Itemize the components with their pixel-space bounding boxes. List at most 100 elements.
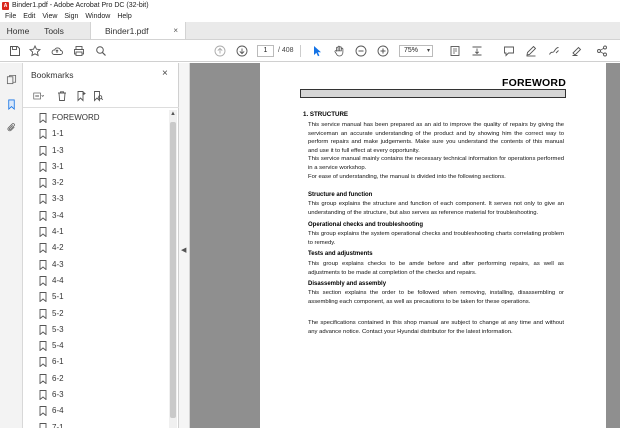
bookmark-icon xyxy=(39,145,47,156)
bookmark-item[interactable]: 6-3 xyxy=(23,387,169,403)
page-thumbnails-icon[interactable] xyxy=(5,73,18,86)
bookmark-label: 4-4 xyxy=(52,275,64,285)
bookmark-item[interactable]: 6-4 xyxy=(23,403,169,419)
zoom-out-icon[interactable] xyxy=(354,44,368,58)
subsection-title: Tests and adjustments xyxy=(308,251,373,257)
menu-edit[interactable]: Edit xyxy=(23,13,35,20)
navigation-rail xyxy=(0,63,23,428)
intro-paragraph: This service manual has been prepared as… xyxy=(308,122,564,154)
find-bookmark-icon[interactable] xyxy=(91,89,105,102)
bookmarks-panel-icon[interactable] xyxy=(5,98,18,111)
bookmark-icon xyxy=(39,259,47,270)
tab-home[interactable]: Home xyxy=(0,22,36,39)
scroll-mode-icon[interactable] xyxy=(470,44,484,58)
bookmark-item[interactable]: 3-1 xyxy=(23,159,169,175)
print-icon[interactable] xyxy=(72,44,86,58)
bookmark-item[interactable]: 4-1 xyxy=(23,224,169,240)
document-viewer[interactable]: FOREWORD 1. STRUCTURE This service manua… xyxy=(190,63,620,428)
page-heading: FOREWORD xyxy=(501,77,566,89)
toolbar-divider xyxy=(300,45,301,57)
bookmark-label: 1-3 xyxy=(52,145,64,155)
bookmark-icon xyxy=(39,243,47,254)
tab-bar: Home Tools Binder1.pdf × xyxy=(0,22,620,40)
upload-cloud-icon[interactable] xyxy=(50,44,64,58)
attachments-icon[interactable] xyxy=(5,121,18,134)
bookmark-icon xyxy=(39,161,47,172)
title-bar: A Binder1.pdf - Adobe Acrobat Pro DC (32… xyxy=(0,0,620,11)
bookmark-item[interactable]: 7-1 xyxy=(23,420,169,428)
bookmark-label: 6-2 xyxy=(52,373,64,383)
delete-bookmark-icon[interactable] xyxy=(55,89,69,102)
bookmark-item[interactable]: 5-2 xyxy=(23,306,169,322)
bookmark-item[interactable]: FOREWORD xyxy=(23,110,169,126)
menu-sign[interactable]: Sign xyxy=(64,13,78,20)
bookmark-item[interactable]: 5-4 xyxy=(23,338,169,354)
bookmark-item[interactable]: 5-1 xyxy=(23,289,169,305)
fill-sign-icon[interactable] xyxy=(570,44,584,58)
panel-splitter[interactable]: ◀ xyxy=(179,63,190,428)
intro-paragraph: This service manual mainly contains the … xyxy=(308,156,564,171)
tab-document-label: Binder1.pdf xyxy=(105,25,149,36)
bookmark-icon xyxy=(39,178,47,189)
tab-document[interactable]: Binder1.pdf × xyxy=(90,22,186,39)
fit-page-icon[interactable] xyxy=(448,44,462,58)
close-icon[interactable]: × xyxy=(162,68,168,79)
bookmark-label: 4-2 xyxy=(52,243,64,253)
bookmark-label: 4-1 xyxy=(52,227,64,237)
zoom-in-icon[interactable] xyxy=(376,44,390,58)
bookmark-item[interactable]: 6-2 xyxy=(23,371,169,387)
draw-icon[interactable] xyxy=(547,44,561,58)
star-icon[interactable] xyxy=(28,44,42,58)
bookmark-item[interactable]: 6-1 xyxy=(23,354,169,370)
bookmark-label: 5-2 xyxy=(52,308,64,318)
menu-bar: File Edit View Sign Window Help xyxy=(0,11,620,22)
bookmark-item[interactable]: 5-3 xyxy=(23,322,169,338)
bookmark-icon xyxy=(39,194,47,205)
save-icon[interactable] xyxy=(8,44,22,58)
bookmarks-toolbar xyxy=(23,87,179,105)
bookmark-label: 3-2 xyxy=(52,178,64,188)
page-total: / 408 xyxy=(278,47,294,54)
section-title: 1. STRUCTURE xyxy=(303,111,349,118)
menu-file[interactable]: File xyxy=(5,13,16,20)
scrollbar-thumb[interactable] xyxy=(170,122,176,418)
previous-page-icon[interactable] xyxy=(213,44,227,58)
subsection-title: Operational checks and troubleshooting xyxy=(308,222,424,228)
bookmark-icon xyxy=(39,373,47,384)
bookmark-icon xyxy=(39,308,47,319)
bookmark-item[interactable]: 3-2 xyxy=(23,175,169,191)
menu-window[interactable]: Window xyxy=(85,13,110,20)
share-icon[interactable] xyxy=(595,44,609,58)
scroll-up-icon[interactable]: ▲ xyxy=(170,111,176,117)
bookmarks-scrollbar[interactable]: ▲ xyxy=(169,110,177,428)
bookmark-label: 5-1 xyxy=(52,292,64,302)
page-number-input[interactable]: 1 xyxy=(257,45,274,57)
next-page-icon[interactable] xyxy=(235,44,249,58)
menu-help[interactable]: Help xyxy=(117,13,131,20)
new-bookmark-icon[interactable] xyxy=(74,89,88,102)
bookmark-item[interactable]: 1-1 xyxy=(23,126,169,142)
bookmark-item[interactable]: 4-4 xyxy=(23,273,169,289)
bookmark-label: 6-4 xyxy=(52,406,64,416)
menu-view[interactable]: View xyxy=(42,13,57,20)
subsection-text: This section explains the order to be fo… xyxy=(308,290,564,305)
bookmark-icon xyxy=(39,129,47,140)
bookmark-item[interactable]: 3-3 xyxy=(23,191,169,207)
subsection-title: Disassembly and assembly xyxy=(308,281,387,287)
select-cursor-icon[interactable] xyxy=(310,44,324,58)
hand-tool-icon[interactable] xyxy=(332,44,346,58)
bookmark-label: 1-1 xyxy=(52,129,64,139)
bookmark-item[interactable]: 4-3 xyxy=(23,257,169,273)
bookmark-item[interactable]: 1-3 xyxy=(23,143,169,159)
zoom-level-select[interactable]: 75% ▾ xyxy=(399,45,433,57)
tab-close-icon[interactable]: × xyxy=(173,26,178,35)
tab-tools[interactable]: Tools xyxy=(36,22,72,39)
comment-icon[interactable] xyxy=(502,44,516,58)
collapse-panel-icon[interactable]: ◀ xyxy=(181,246,186,254)
bookmark-item[interactable]: 3-4 xyxy=(23,208,169,224)
main-toolbar: 1 / 408 75% ▾ xyxy=(0,40,620,62)
options-menu-icon[interactable] xyxy=(30,89,48,102)
search-icon[interactable] xyxy=(94,44,108,58)
bookmark-item[interactable]: 4-2 xyxy=(23,240,169,256)
highlight-pen-icon[interactable] xyxy=(524,44,538,58)
